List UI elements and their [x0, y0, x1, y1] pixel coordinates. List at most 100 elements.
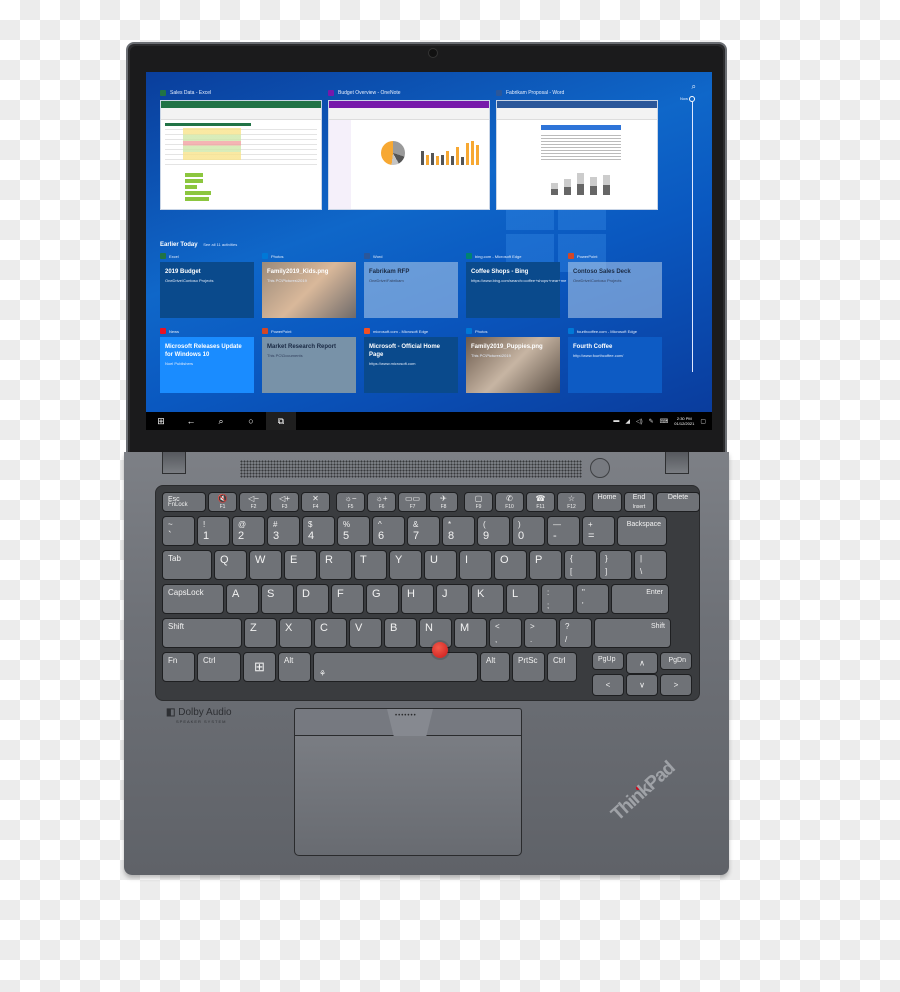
- key-9[interactable]: (9: [477, 516, 510, 546]
- key-f8[interactable]: ✈ F8: [429, 492, 458, 512]
- key-5[interactable]: % 5: [337, 516, 370, 546]
- key-v[interactable]: V: [349, 618, 382, 648]
- key--[interactable]: ? /: [559, 618, 592, 648]
- key-s[interactable]: S: [261, 584, 294, 614]
- key-i[interactable]: I: [459, 550, 492, 580]
- key-a[interactable]: A: [226, 584, 259, 614]
- trackpad-buttons[interactable]: •••••••: [294, 708, 522, 737]
- touchpad[interactable]: [294, 736, 522, 856]
- key--[interactable]: >.: [524, 618, 557, 648]
- key-alt-right[interactable]: Alt: [480, 652, 510, 682]
- activity-card[interactable]: PowerPoint Contoso Sales Deck OneDrive\Con…: [568, 253, 662, 318]
- key-pgup[interactable]: PgUp: [592, 652, 624, 670]
- key-`[interactable]: ~ `: [162, 516, 195, 546]
- back-arrow-icon[interactable]: ←: [176, 416, 206, 426]
- start-icon[interactable]: ⊞: [146, 416, 176, 427]
- key-m[interactable]: M: [454, 618, 487, 648]
- key-ctrl-right[interactable]: Ctrl: [547, 652, 577, 682]
- key-r[interactable]: R: [319, 550, 352, 580]
- key-0[interactable]: ) 0: [512, 516, 545, 546]
- key-capslock[interactable]: CapsLock: [162, 584, 224, 614]
- key-ctrl[interactable]: Ctrl: [197, 652, 241, 682]
- keyboard-icon[interactable]: ⌨: [660, 418, 669, 425]
- key-u[interactable]: U: [424, 550, 457, 580]
- key-o[interactable]: O: [494, 550, 527, 580]
- key--[interactable]: <,: [489, 618, 522, 648]
- key-1[interactable]: ! 1: [197, 516, 230, 546]
- key-fn[interactable]: Fn: [162, 652, 195, 682]
- key-q[interactable]: Q: [214, 550, 247, 580]
- activity-card[interactable]: News Microsoft Releases Update for Window…: [160, 328, 254, 393]
- key-h[interactable]: H: [401, 584, 434, 614]
- key-y[interactable]: Y: [389, 550, 422, 580]
- key-shift-right[interactable]: Shift: [594, 618, 671, 648]
- search-icon[interactable]: ⌕: [692, 82, 696, 92]
- key-6[interactable]: ^ 6: [372, 516, 405, 546]
- key--[interactable]: :;: [541, 584, 574, 614]
- key-e[interactable]: E: [284, 550, 317, 580]
- timeline-track[interactable]: [692, 102, 693, 372]
- key-=[interactable]: + =: [582, 516, 615, 546]
- key-f3[interactable]: ◁+ F3: [270, 492, 299, 512]
- activity-card[interactable]: Word Fabrikam RFP OneDrive\Fabrikam: [364, 253, 458, 318]
- key--[interactable]: " ': [576, 584, 609, 614]
- key--[interactable]: — -: [547, 516, 580, 546]
- key-|-\[interactable]: | \: [634, 550, 667, 580]
- key-f11[interactable]: ☎ F11: [526, 492, 555, 512]
- key-p[interactable]: P: [529, 550, 562, 580]
- key-f12[interactable]: ☆ F12: [557, 492, 586, 512]
- key-f9[interactable]: ▢ F9: [464, 492, 493, 512]
- activity-card[interactable]: PowerPoint Market Research Report This PC\…: [262, 328, 356, 393]
- key-arrow-left[interactable]: <: [592, 674, 624, 696]
- key-z[interactable]: Z: [244, 618, 277, 648]
- trackpoint[interactable]: [432, 642, 448, 658]
- key-c[interactable]: C: [314, 618, 347, 648]
- key-2[interactable]: @2: [232, 516, 265, 546]
- key-f7[interactable]: ▭▭ F7: [398, 492, 427, 512]
- key-arrow-down[interactable]: ∨: [626, 674, 658, 696]
- key-}-][interactable]: }]: [599, 550, 632, 580]
- key-pgdn[interactable]: PgDn: [660, 652, 692, 670]
- activity-card[interactable]: Photos Family2019_Kids.png This PC\Picture…: [262, 253, 356, 318]
- pen-icon[interactable]: ✎: [649, 418, 654, 425]
- key-enter[interactable]: Enter: [611, 584, 669, 614]
- key-shift[interactable]: Shift: [162, 618, 242, 648]
- key-fnlock[interactable]: Esc FnLock: [162, 492, 206, 512]
- key-space[interactable]: ⚘: [313, 652, 478, 682]
- key-k[interactable]: K: [471, 584, 504, 614]
- timeline-scrubber[interactable]: ⌕ Now: [678, 80, 698, 380]
- search-icon[interactable]: ⌕: [206, 416, 236, 427]
- activity-card[interactable]: Excel 2019 Budget OneDrive\Contoso Project…: [160, 253, 254, 318]
- key-j[interactable]: J: [436, 584, 469, 614]
- key-f4[interactable]: ✕ F4: [301, 492, 330, 512]
- key-f5[interactable]: ☼− F5: [336, 492, 365, 512]
- activity-card[interactable]: Photos Family2019_Puppies.png This PC\Pict…: [466, 328, 560, 393]
- key-w[interactable]: W: [249, 550, 282, 580]
- key-f1[interactable]: 🔇 F1: [208, 492, 237, 512]
- clock[interactable]: 2:30 PM 01/12/2021: [674, 416, 694, 426]
- wifi-icon[interactable]: ◢: [625, 418, 630, 425]
- key-f2[interactable]: ◁− F2: [239, 492, 268, 512]
- key-8[interactable]: * 8: [442, 516, 475, 546]
- key-t[interactable]: T: [354, 550, 387, 580]
- key-f[interactable]: F: [331, 584, 364, 614]
- key-insert[interactable]: End Insert: [624, 492, 654, 512]
- key-backspace[interactable]: Backspace: [617, 516, 667, 546]
- key-3[interactable]: #3: [267, 516, 300, 546]
- battery-icon[interactable]: ▬: [613, 418, 619, 424]
- key-f10[interactable]: ✆ F10: [495, 492, 524, 512]
- see-all-activities-link[interactable]: See all 11 activities: [203, 242, 237, 247]
- key-home[interactable]: Home: [592, 492, 622, 512]
- activity-card[interactable]: microsoft.com - Microsoft Edge Microsoft …: [364, 328, 458, 393]
- activity-card[interactable]: bing.com - Microsoft Edge Coffee Shops - …: [466, 253, 566, 318]
- key-{-[[interactable]: {[: [564, 550, 597, 580]
- key-tab[interactable]: Tab: [162, 550, 212, 580]
- key-d[interactable]: D: [296, 584, 329, 614]
- task-view-icon[interactable]: ⧉: [266, 412, 296, 430]
- key-prtsc-right[interactable]: PrtSc: [512, 652, 545, 682]
- key-l[interactable]: L: [506, 584, 539, 614]
- key-delete[interactable]: Delete: [656, 492, 700, 512]
- key-7[interactable]: & 7: [407, 516, 440, 546]
- key-arrow-up[interactable]: ∧: [626, 652, 658, 674]
- key-alt[interactable]: Alt: [278, 652, 311, 682]
